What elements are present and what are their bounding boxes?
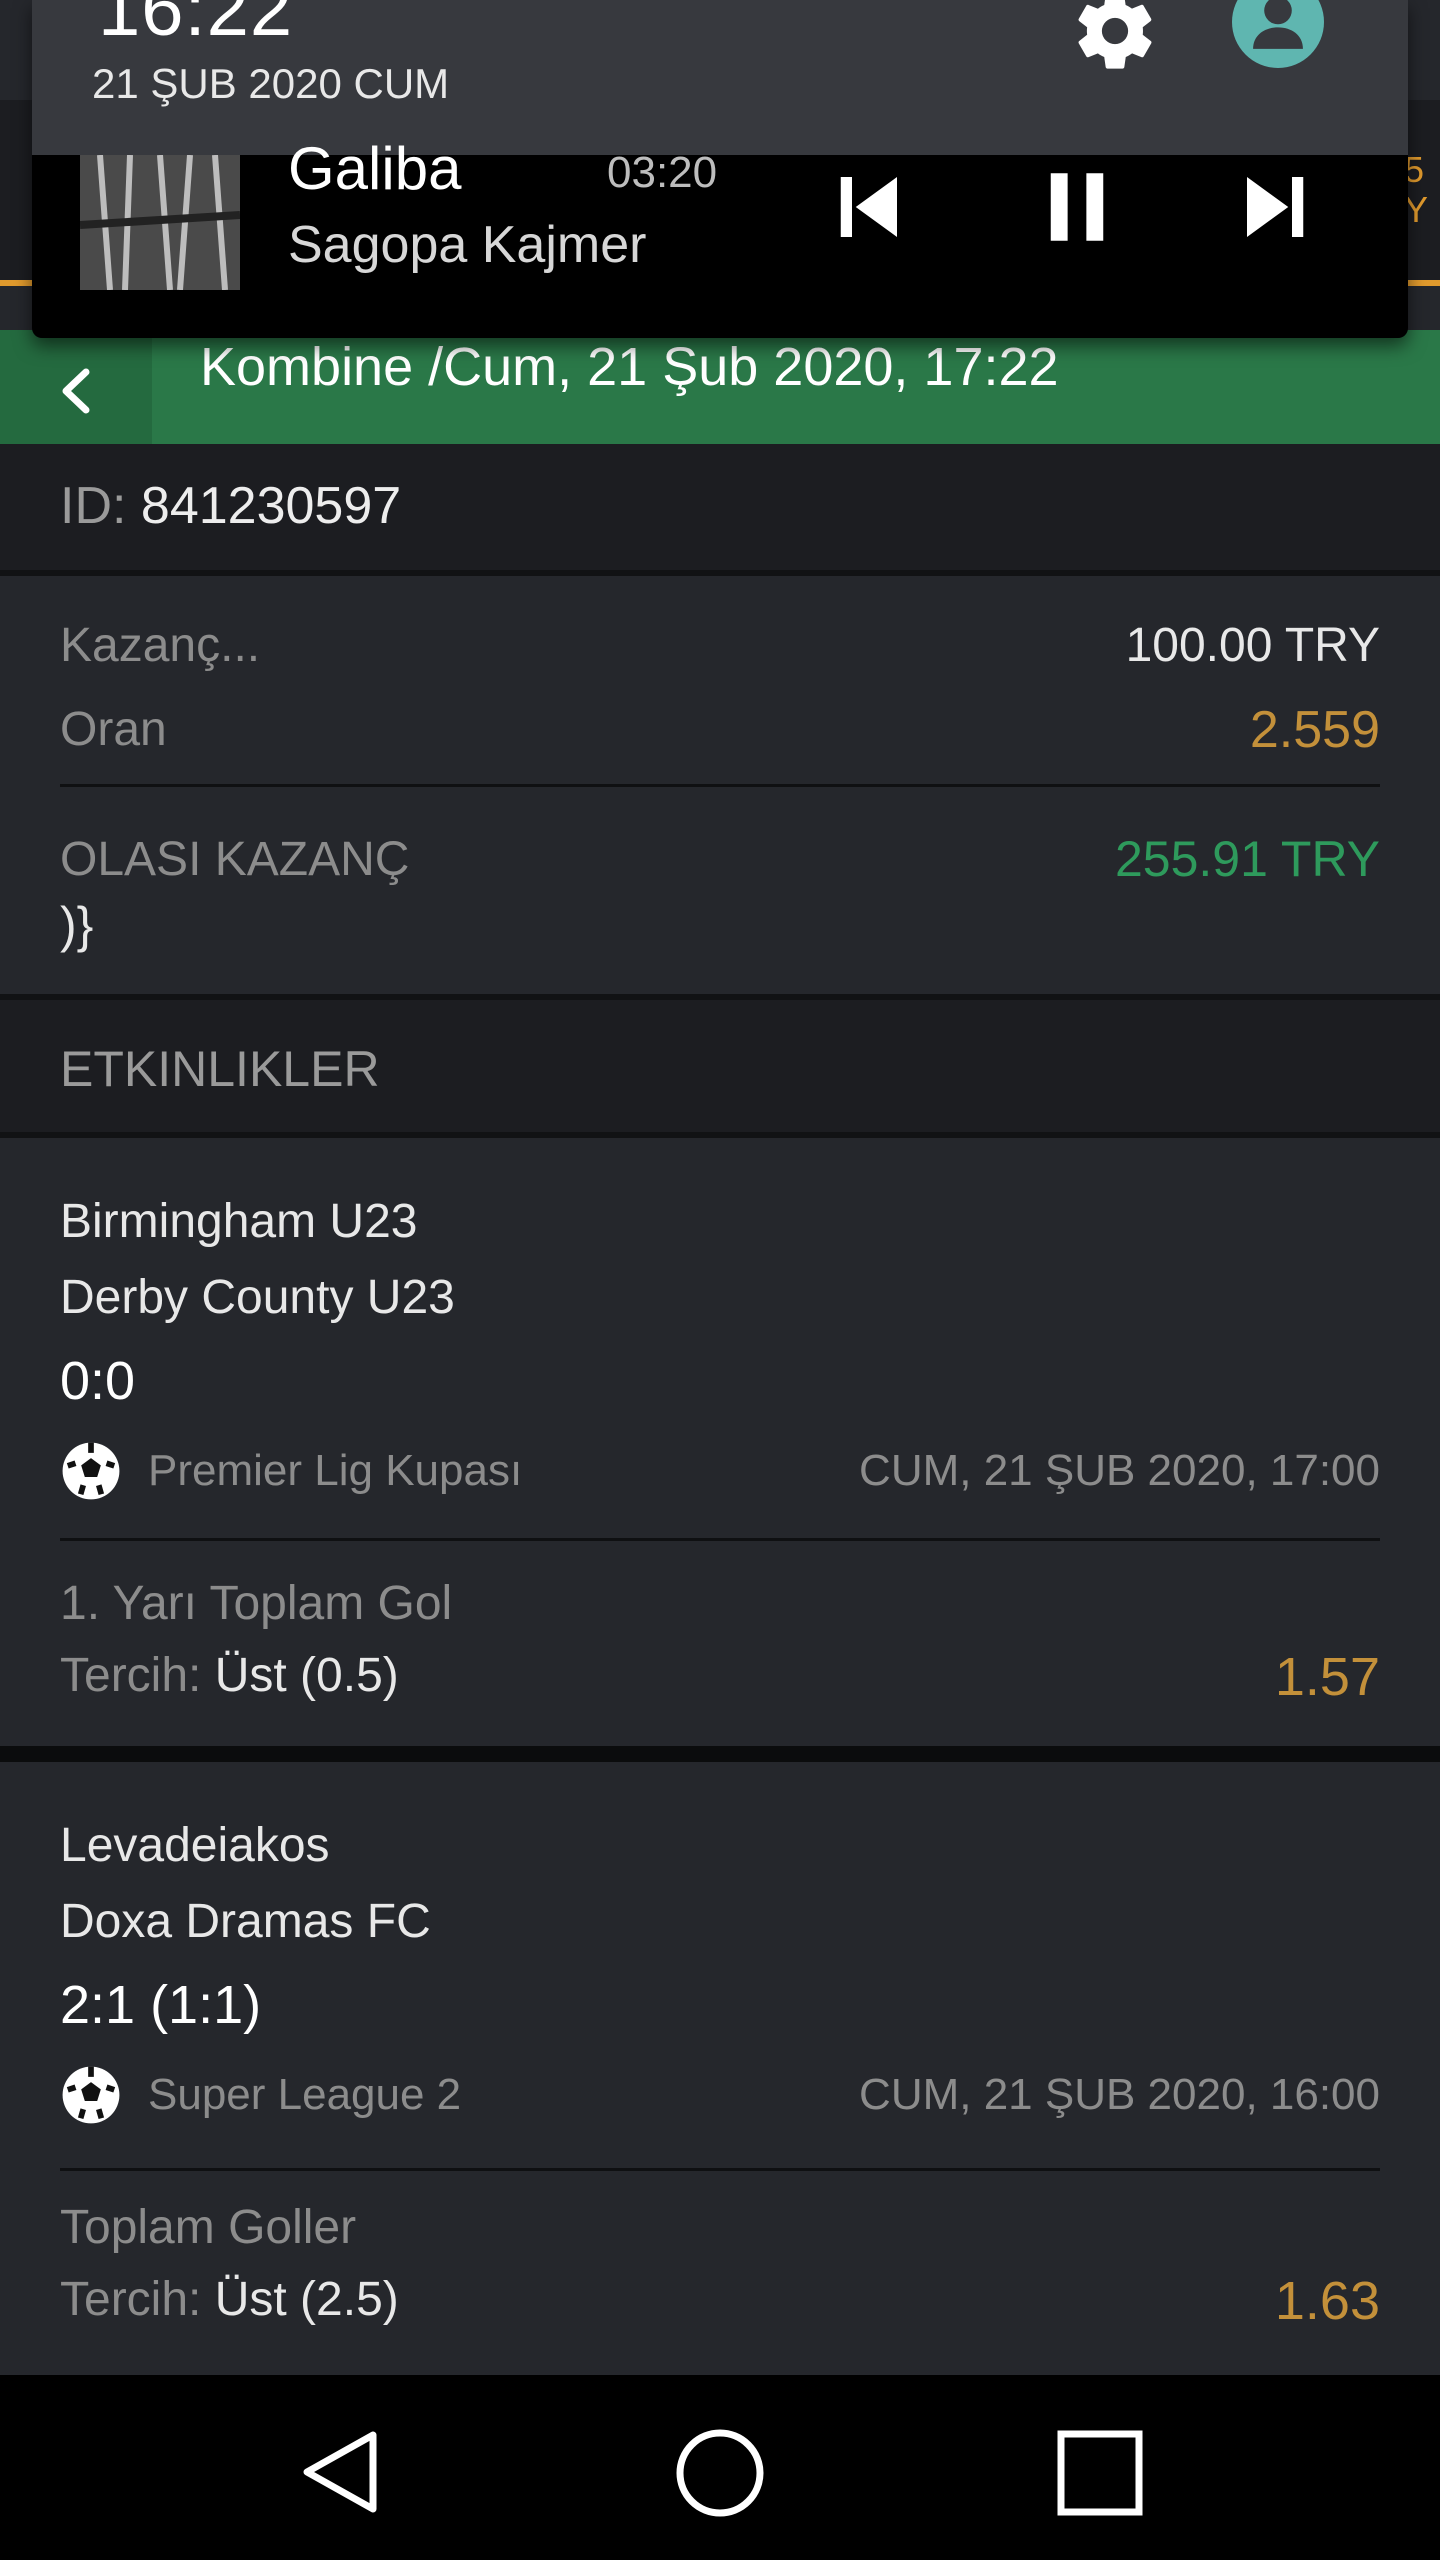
- notification-shade[interactable]: 16:22 21 ŞUB 2020 CUM Galiba 03:20 Sagop…: [32, 0, 1408, 338]
- potential-win-value: 255.91 TRY: [1114, 831, 1380, 887]
- selection-label: Tercih:: [60, 2273, 202, 2326]
- album-art: [80, 155, 240, 290]
- song-title: Galiba: [288, 135, 462, 202]
- user-icon[interactable]: [1232, 0, 1324, 68]
- event-datetime: CUM, 21 ŞUB 2020, 16:00: [859, 2070, 1380, 2119]
- selection-label: Tercih:: [60, 1649, 202, 1702]
- nav-recents-icon[interactable]: [1056, 2429, 1144, 2517]
- bet-id: ID: 841230597: [60, 476, 401, 536]
- selection-odds: 1.63: [1274, 2271, 1380, 2331]
- score: 0:0: [60, 1351, 136, 1411]
- away-team: Doxa Dramas FC: [60, 1895, 431, 1948]
- song-time: 03:20: [607, 148, 718, 197]
- event-datetime: CUM, 21 ŞUB 2020, 17:00: [859, 1446, 1380, 1495]
- event-card[interactable]: Levadeiakos Doxa Dramas FC 2:1 (1:1) Sup…: [0, 1762, 1440, 2375]
- league-name: Premier Lig Kupası: [148, 1446, 523, 1495]
- settings-icon[interactable]: [1070, 0, 1160, 76]
- league-name: Super League 2: [148, 2070, 462, 2119]
- nav-home-icon[interactable]: [672, 2425, 768, 2521]
- events-header: ETKINLIKLER: [60, 1041, 380, 1097]
- back-chevron-icon: [62, 368, 90, 414]
- score: 2:1 (1:1): [60, 1975, 262, 2035]
- divider: [60, 1538, 1380, 1541]
- bet-id-value: 841230597: [140, 477, 402, 535]
- stray-text: )}: [60, 897, 94, 953]
- divider: [60, 784, 1380, 787]
- away-team: Derby County U23: [60, 1271, 455, 1324]
- system-nav-bar: [0, 2375, 1440, 2560]
- previous-track-icon[interactable]: [822, 162, 912, 252]
- back-button[interactable]: [0, 330, 152, 444]
- selection: Tercih: Üst (0.5): [60, 1648, 399, 1703]
- market-name: Toplam Goller: [60, 2201, 357, 2254]
- divider: [0, 1746, 1440, 1762]
- divider: [0, 570, 1440, 576]
- next-track-icon[interactable]: [1232, 162, 1322, 252]
- nav-back-icon[interactable]: [295, 2427, 385, 2517]
- soccer-ball-icon: [60, 1440, 122, 1502]
- page-title: Kombine /Cum, 21 Şub 2020, 17:22: [200, 337, 1059, 397]
- bet-id-label: ID:: [60, 477, 127, 535]
- selection-odds: 1.57: [1274, 1647, 1380, 1707]
- home-team: Birmingham U23: [60, 1195, 418, 1248]
- pause-icon[interactable]: [1032, 162, 1122, 252]
- divider: [60, 2168, 1380, 2171]
- date-text: 21 ŞUB 2020 CUM: [92, 60, 450, 107]
- selection-value: Üst (0.5): [214, 1649, 399, 1702]
- selection: Tercih: Üst (2.5): [60, 2272, 399, 2327]
- odds-value: 2.559: [1249, 701, 1380, 759]
- soccer-ball-icon: [60, 2064, 122, 2126]
- potential-win-label: OLASI KAZANÇ: [60, 833, 410, 886]
- clock: 16:22: [98, 0, 294, 52]
- home-team: Levadeiakos: [60, 1819, 330, 1872]
- stake-value: 100.00 TRY: [1125, 619, 1380, 672]
- event-card[interactable]: Birmingham U23 Derby County U23 0:0 Prem…: [0, 1138, 1440, 1750]
- odds-label: Oran: [60, 703, 167, 756]
- selection-value: Üst (2.5): [214, 2273, 399, 2326]
- artist-name: Sagopa Kajmer: [288, 216, 647, 274]
- market-name: 1. Yarı Toplam Gol: [60, 1577, 453, 1630]
- stake-label: Kazanç...: [60, 619, 261, 672]
